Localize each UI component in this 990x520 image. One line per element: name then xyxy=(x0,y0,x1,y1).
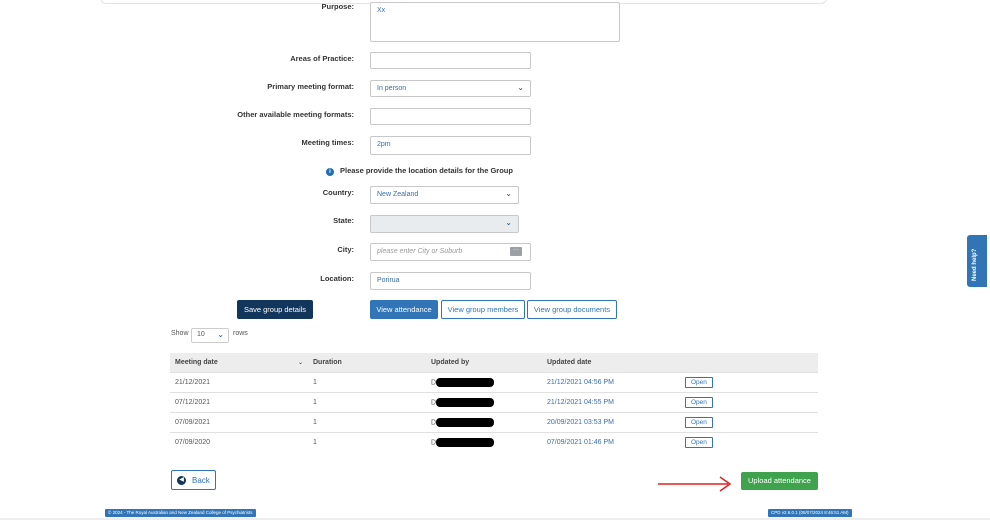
column-header-meeting-date[interactable]: Meeting date ⌄ xyxy=(170,353,308,373)
annotation-arrow-icon xyxy=(658,476,732,492)
show-label: Show xyxy=(171,330,189,337)
primary-meeting-format-select[interactable]: In person ⌄ xyxy=(370,80,531,97)
location-info-note: i Please provide the location details for… xyxy=(326,166,513,176)
areas-of-practice-input[interactable] xyxy=(370,52,531,69)
duration-cell: 1 xyxy=(308,392,426,413)
version-badge: CPD v2.6.0.1 (08/07/2024 8:46:51 AM) xyxy=(768,509,852,517)
state-select[interactable]: ⌄ xyxy=(370,215,519,233)
meeting-times-value: 2pm xyxy=(377,141,391,148)
city-placeholder: please enter City or Suburb xyxy=(377,248,463,255)
other-meeting-formats-input[interactable] xyxy=(370,108,531,125)
table-row: 21/12/2021 1 Dr 21/12/2021 04:56 PM Open xyxy=(170,372,818,393)
page-size-control: Show 10 ⌄ rows xyxy=(171,328,248,343)
other-meeting-formats-label: Other available meeting formats: xyxy=(237,110,354,119)
action-cell: Open xyxy=(680,392,818,413)
updated-date-cell: 07/09/2021 01:46 PM xyxy=(542,432,680,452)
country-select[interactable]: New Zealand ⌄ xyxy=(370,186,519,204)
save-group-details-button[interactable]: Save group details xyxy=(237,300,313,319)
duration-cell: 1 xyxy=(308,432,426,452)
updated-by-cell: Dr xyxy=(426,372,542,393)
column-header-updated-date[interactable]: Updated date xyxy=(542,353,680,373)
sort-icon[interactable]: ⌄ xyxy=(298,359,303,366)
open-button[interactable]: Open xyxy=(685,377,713,388)
copyright-badge: © 2024 - The Royal Australian and New Ze… xyxy=(105,509,256,517)
updated-date-cell: 21/12/2021 04:56 PM xyxy=(542,372,680,393)
info-icon: i xyxy=(326,168,334,176)
updated-by-cell: Dr xyxy=(426,432,542,452)
primary-meeting-format-label: Primary meeting format: xyxy=(267,82,354,91)
page-size-select[interactable]: 10 ⌄ xyxy=(191,328,229,343)
purpose-label: Purpose: xyxy=(321,2,354,11)
areas-of-practice-label: Areas of Practice: xyxy=(290,54,354,63)
purpose-textarea[interactable]: Xx xyxy=(370,2,620,42)
back-label: Back xyxy=(192,476,210,485)
page-size-value: 10 xyxy=(197,331,205,338)
duration-cell: 1 xyxy=(308,372,426,393)
open-button[interactable]: Open xyxy=(685,417,713,428)
duration-cell: 1 xyxy=(308,412,426,433)
meeting-date-cell: 07/09/2021 xyxy=(170,412,308,433)
attendance-table: Meeting date ⌄ Duration Updated by Update… xyxy=(170,353,818,452)
updated-by-cell: Dr xyxy=(426,412,542,433)
updated-by-cell: Dr xyxy=(426,392,542,413)
location-value: Porirua xyxy=(377,277,400,284)
ellipsis-icon[interactable]: ··· xyxy=(510,247,522,256)
chevron-down-icon: ⌄ xyxy=(517,83,524,92)
state-label: State: xyxy=(333,216,354,225)
redaction-mark xyxy=(436,418,495,427)
chevron-down-icon: ⌄ xyxy=(217,330,224,339)
country-value: New Zealand xyxy=(377,191,419,198)
view-group-members-button[interactable]: View group members xyxy=(441,300,525,319)
purpose-value: Xx xyxy=(377,7,386,14)
need-help-label: Need help? xyxy=(972,248,978,281)
city-input[interactable]: please enter City or Suburb ··· xyxy=(370,243,531,261)
location-info-text: Please provide the location details for … xyxy=(340,166,513,175)
table-row: 07/09/2020 1 Dr 07/09/2021 01:46 PM Open xyxy=(170,432,818,452)
column-header-updated-by[interactable]: Updated by xyxy=(426,353,542,373)
view-group-documents-button[interactable]: View group documents xyxy=(527,300,617,319)
need-help-tab[interactable]: Need help? xyxy=(967,235,987,287)
open-button[interactable]: Open xyxy=(685,397,713,408)
city-label: City: xyxy=(337,245,354,254)
arrow-left-icon: ◀ xyxy=(177,476,186,485)
action-cell: Open xyxy=(680,432,818,452)
meeting-date-cell: 21/12/2021 xyxy=(170,372,308,393)
column-header-duration[interactable]: Duration xyxy=(308,353,426,373)
country-label: Country: xyxy=(322,188,354,197)
table-row: 07/12/2021 1 Dr 21/12/2021 04:55 PM Open xyxy=(170,392,818,413)
rows-label: rows xyxy=(233,330,248,337)
meeting-times-label: Meeting times: xyxy=(301,138,354,147)
meeting-times-input[interactable]: 2pm xyxy=(370,136,531,155)
open-button[interactable]: Open xyxy=(685,437,713,448)
column-header-actions xyxy=(680,353,818,373)
meeting-date-cell: 07/09/2020 xyxy=(170,432,308,452)
updated-date-cell: 20/09/2021 03:53 PM xyxy=(542,412,680,433)
redaction-mark xyxy=(436,378,495,387)
location-label: Location: xyxy=(320,274,354,283)
action-cell: Open xyxy=(680,372,818,393)
table-header-row: Meeting date ⌄ Duration Updated by Update… xyxy=(170,353,818,373)
chevron-down-icon: ⌄ xyxy=(505,189,512,198)
redaction-mark xyxy=(436,438,495,447)
primary-meeting-format-value: In person xyxy=(377,85,407,92)
upload-attendance-button[interactable]: Upload attendance xyxy=(741,472,818,490)
back-button[interactable]: ◀ Back xyxy=(171,470,216,490)
meeting-date-cell: 07/12/2021 xyxy=(170,392,308,413)
table-row: 07/09/2021 1 Dr 20/09/2021 03:53 PM Open xyxy=(170,412,818,433)
chevron-down-icon: ⌄ xyxy=(505,218,512,227)
location-input[interactable]: Porirua xyxy=(370,272,531,290)
action-cell: Open xyxy=(680,412,818,433)
redaction-mark xyxy=(436,398,495,407)
column-header-label: Meeting date xyxy=(175,359,218,366)
view-attendance-button[interactable]: View attendance xyxy=(370,300,438,319)
updated-date-cell: 21/12/2021 04:55 PM xyxy=(542,392,680,413)
